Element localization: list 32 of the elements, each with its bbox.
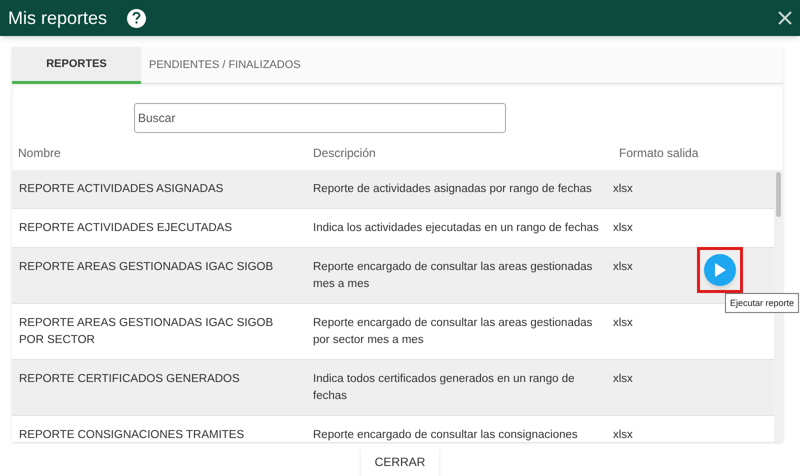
output-format: xlsx <box>613 429 633 441</box>
report-description: Reporte encargado de consultar las consignaciones <box>313 429 578 441</box>
search-field[interactable]: Buscar <box>134 103 506 133</box>
run-report-button[interactable] <box>704 254 736 286</box>
report-name: REPORTE ACTIVIDADES EJECUTADAS <box>19 222 232 234</box>
column-header: Formato salida <box>619 146 698 160</box>
report-name: REPORTE AREAS GESTIONADAS IGAC SIGOB POR SECTOR <box>19 317 274 346</box>
play-icon <box>714 263 726 277</box>
tab[interactable]: REPORTES <box>12 47 141 84</box>
window-title: Mis reportes <box>8 6 108 30</box>
close-icon[interactable] <box>778 11 792 25</box>
report-description: Reporte de actividades asignadas por rango de fechas <box>313 183 592 195</box>
report-name: REPORTE CERTIFICADOS GENERADOS <box>19 373 240 385</box>
report-description: Reporte encargado de consultar las areas gestionadas mes a mes <box>313 261 592 290</box>
close-button[interactable]: CERRAR <box>360 447 440 476</box>
report-name: REPORTE CONSIGNACIONES TRAMITES <box>19 429 244 441</box>
tab[interactable]: PENDIENTES / FINALIZADOS <box>141 47 309 84</box>
report-name: REPORTE AREAS GESTIONADAS IGAC SIGOB <box>19 261 274 273</box>
output-format: xlsx <box>613 183 633 195</box>
output-format: xlsx <box>613 261 633 273</box>
report-description: Indica todos certificados generados en un rango de fechas <box>313 373 574 402</box>
column-header: Descripción <box>313 146 376 160</box>
scrollbar-thumb[interactable] <box>776 172 781 217</box>
report-description: Reporte encargado de consultar las areas gestionadas por sector mes a mes <box>313 317 592 346</box>
output-format: xlsx <box>613 222 633 234</box>
help-icon[interactable] <box>127 8 146 28</box>
report-name: REPORTE ACTIVIDADES ASIGNADAS <box>19 183 224 195</box>
report-description: Indica los actividades ejecutadas en un rango de fechas <box>313 222 599 234</box>
column-header: Nombre <box>18 146 61 160</box>
tooltip: Ejecutar reporte <box>725 293 800 313</box>
output-format: xlsx <box>613 373 633 385</box>
output-format: xlsx <box>613 317 633 329</box>
